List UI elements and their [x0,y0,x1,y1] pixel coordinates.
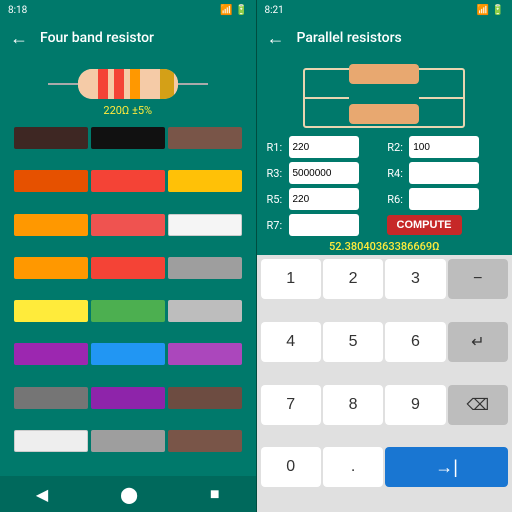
key-9[interactable]: 9 [385,385,445,425]
input-row-r2: R2: [387,136,502,158]
label-r7: R7: [267,219,289,232]
right-icons: 📶 🔋 [477,5,504,16]
key-0[interactable]: 0 [261,447,321,487]
band-4 [160,69,174,99]
field-r1[interactable] [289,136,359,158]
swatch-orange-dark[interactable] [14,170,88,192]
key-4[interactable]: 4 [261,322,321,362]
keypad: 1 2 3 − 4 5 6 ↵ 7 8 9 ⌫ 0 . →| [257,255,512,512]
compute-button[interactable]: COMPUTE [387,215,462,235]
swatch-brown3[interactable] [168,430,242,452]
swatch-dark[interactable] [91,127,165,149]
field-r3[interactable] [289,162,359,184]
inputs-area: R1: R2: R3: R4: R5: R6: [257,136,512,210]
field-r2[interactable] [409,136,479,158]
swatch-red2[interactable] [91,214,165,236]
input-row-r6: R6: [387,188,502,210]
right-top-bar: ← Parallel resistors [257,20,512,56]
swatch-white2[interactable] [14,430,88,452]
left-time: 8:18 [8,5,27,16]
input-row-r3: R3: [267,162,382,184]
left-top-bar: ← Four band resistor [0,20,256,56]
swatch-black[interactable] [14,127,88,149]
key-2[interactable]: 2 [323,259,383,299]
swatch-orange2[interactable] [14,257,88,279]
swatch-gray2[interactable] [168,300,242,322]
resistor-area: 220Ω ±5% [0,56,256,121]
band-2 [114,69,124,99]
swatches-grid [0,121,256,476]
key-7[interactable]: 7 [261,385,321,425]
band-1 [98,69,108,99]
left-status-bar: 8:18 📶 🔋 [0,0,256,20]
swatch-green[interactable] [91,300,165,322]
field-r5[interactable] [289,188,359,210]
key-6[interactable]: 6 [385,322,445,362]
input-row-r5: R5: [267,188,382,210]
label-r1: R1: [267,141,289,154]
label-r5: R5: [267,193,289,206]
key-3[interactable]: 3 [385,259,445,299]
label-r6: R6: [387,193,409,206]
key-minus[interactable]: − [448,259,508,299]
nav-back-icon[interactable]: ◀ [36,485,48,504]
swatch-yellow[interactable] [14,300,88,322]
right-back-button[interactable]: ← [267,28,285,49]
swatch-blue[interactable] [91,343,165,365]
swatch-red3[interactable] [91,257,165,279]
nav-square-icon[interactable]: ■ [210,484,220,504]
left-nav-bar: ◀ ⬤ ■ [0,476,256,512]
circuit-svg [294,64,474,132]
swatch-orange[interactable] [14,214,88,236]
field-r6[interactable] [409,188,479,210]
key-enter[interactable]: ↵ [448,322,508,362]
swatch-gold[interactable] [168,170,242,192]
input-row-r1: R1: [267,136,382,158]
swatch-white[interactable] [168,214,242,236]
swatch-gray3[interactable] [14,387,88,409]
swatch-red[interactable] [91,170,165,192]
resistor-main [78,69,178,99]
label-r2: R2: [387,141,409,154]
right-time: 8:21 [265,5,284,16]
left-back-button[interactable]: ← [10,28,28,49]
swatch-purple3[interactable] [91,387,165,409]
input-row-r4: R4: [387,162,502,184]
field-r4[interactable] [409,162,479,184]
key-dot[interactable]: . [323,447,383,487]
nav-home-icon[interactable]: ⬤ [120,485,138,504]
circuit-area [257,56,512,136]
band-3 [130,69,140,99]
swatch-brown[interactable] [168,127,242,149]
swatch-gray4[interactable] [91,430,165,452]
resistor-label: 220Ω ±5% [103,104,152,117]
label-r3: R3: [267,167,289,180]
result-display: 52.38040363386669Ω [257,238,512,255]
swatch-purple2[interactable] [168,343,242,365]
key-5[interactable]: 5 [323,322,383,362]
right-screen-title: Parallel resistors [297,30,402,46]
swatch-purple[interactable] [14,343,88,365]
swatch-gray[interactable] [168,257,242,279]
swatch-brown2[interactable] [168,387,242,409]
key-backspace[interactable]: ⌫ [448,385,508,425]
left-icons: 📶 🔋 [220,5,247,16]
key-next[interactable]: →| [385,447,508,487]
resistor-lead-right [178,83,208,85]
resistor-lead-left [48,83,78,85]
key-1[interactable]: 1 [261,259,321,299]
key-8[interactable]: 8 [323,385,383,425]
field-r7[interactable] [289,214,359,236]
right-status-bar: 8:21 📶 🔋 [257,0,512,20]
left-panel: 8:18 📶 🔋 ← Four band resistor 220Ω ±5% [0,0,256,512]
left-screen-title: Four band resistor [40,30,154,46]
compute-row: R7: COMPUTE [257,214,512,236]
label-r4: R4: [387,167,409,180]
right-panel: 8:21 📶 🔋 ← Parallel resistors R1: R2: [257,0,512,512]
resistor-body [48,66,208,102]
